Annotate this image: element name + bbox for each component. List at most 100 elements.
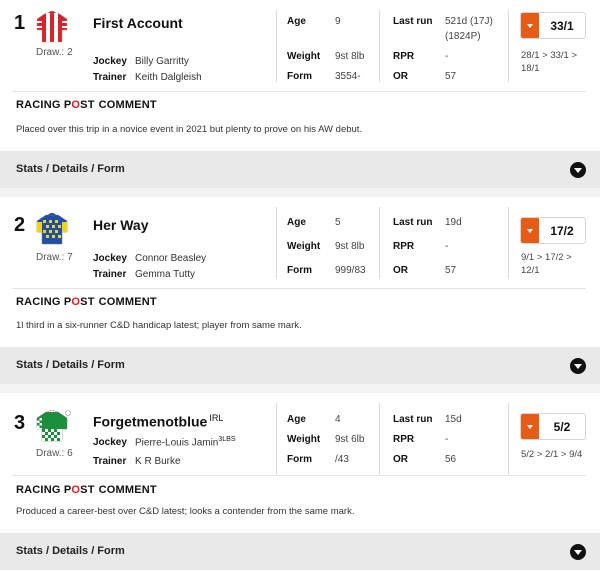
comment-label: COMMENT xyxy=(98,484,157,496)
rpr-label: RPR xyxy=(393,241,415,252)
trainer-name[interactable]: K R Burke xyxy=(135,456,181,467)
chevron-down-icon[interactable] xyxy=(570,544,586,560)
runner-number: 1 xyxy=(14,12,26,34)
divider xyxy=(12,475,586,476)
odds-value: 17/2 xyxy=(550,224,574,238)
horse-name: Her Way xyxy=(93,217,149,233)
form-value: 3554- xyxy=(335,71,361,82)
age-stat: Age 5 xyxy=(287,217,341,228)
racing-post-logo: RACING POST xyxy=(16,296,95,308)
odds-movement-line: 18/1 xyxy=(521,63,540,74)
card-separator xyxy=(0,384,600,393)
age-label: Age xyxy=(287,217,306,228)
stats-details-form-toggle[interactable]: Stats / Details / Form xyxy=(0,347,600,384)
jockey-label: Jockey xyxy=(93,56,127,67)
trainer-label: Trainer xyxy=(93,269,127,280)
comment-label: COMMENT xyxy=(98,296,157,308)
rpr-stat: RPR - xyxy=(393,434,448,445)
jockey-row: Jockey Pierre-Louis Jamin3LBS xyxy=(93,436,236,448)
odds-button[interactable]: 17/2 xyxy=(520,217,586,244)
or-label: OR xyxy=(393,265,408,276)
or-stat: OR 57 xyxy=(393,71,456,82)
divider xyxy=(379,403,380,475)
weight-label: Weight xyxy=(287,434,321,445)
form-value: 999/83 xyxy=(335,265,366,276)
trainer-name[interactable]: Gemma Tutty xyxy=(135,269,195,280)
draw-number: Draw.: 7 xyxy=(36,252,73,263)
odds-button[interactable]: 5/2 xyxy=(520,413,586,440)
odds-movement: 28/1 > 33/1 > 18/1 xyxy=(521,49,593,75)
weight-label: Weight xyxy=(287,241,321,252)
trainer-name[interactable]: Keith Dalgleish xyxy=(135,72,202,83)
form-stat: Form 3554- xyxy=(287,71,361,82)
horse-name-link[interactable]: First Account xyxy=(93,15,183,31)
comment-text: Placed over this trip in a novice event … xyxy=(16,124,363,135)
or-value: 57 xyxy=(445,265,457,276)
rpr-value: - xyxy=(445,51,449,62)
form-stat: Form/43 xyxy=(287,454,349,465)
rpr-stat: RPR - xyxy=(393,241,448,252)
weight-stat: Weight 9st 8lb xyxy=(287,51,364,62)
jockey-name[interactable]: Pierre-Louis Jamin xyxy=(135,437,218,448)
jockey-label: Jockey xyxy=(93,253,127,264)
odds-button[interactable]: 33/1 xyxy=(520,12,586,39)
form-stat: Form 999/83 xyxy=(287,265,366,276)
trainer-row: Trainer Keith Dalgleish xyxy=(93,72,202,83)
age-stat: Age 9 xyxy=(287,16,341,27)
divider xyxy=(379,10,380,82)
age-label: Age xyxy=(287,414,306,425)
divider xyxy=(12,91,586,92)
stats-details-form-toggle[interactable]: Stats / Details / Form xyxy=(0,533,600,570)
jockey-allowance: 3LBS xyxy=(218,436,236,443)
divider xyxy=(276,403,277,475)
age-value: 4 xyxy=(335,414,341,425)
last-run-stat: Last run 521d (17J) xyxy=(393,16,493,27)
trainer-label: Trainer xyxy=(93,456,127,467)
runner-number: 2 xyxy=(14,214,26,236)
odds-movement: 5/2 > 2/1 > 9/4 xyxy=(521,448,593,461)
odds-movement-line: 28/1 > 33/1 > xyxy=(521,50,577,61)
jockey-name[interactable]: Connor Beasley xyxy=(135,253,206,264)
divider xyxy=(276,207,277,279)
racing-post-comment-heading: RACING POST COMMENT xyxy=(16,296,157,308)
last-run-value: 521d (17J) xyxy=(445,16,493,27)
runner-header: 3 Draw.: 6 Forgetmenotblue IRL Jockey Pier… xyxy=(0,393,600,481)
jockey-row: Jockey Connor Beasley xyxy=(93,253,206,264)
odds-drop-arrow-icon xyxy=(521,414,539,439)
or-label: OR xyxy=(393,454,408,465)
last-run-value: 19d xyxy=(445,217,462,228)
last-run-stat: Last run 15d xyxy=(393,414,462,425)
weight-value: 9st 8lb xyxy=(335,51,365,62)
divider xyxy=(508,207,509,279)
jockey-name[interactable]: Billy Garritty xyxy=(135,56,189,67)
blue-yellow-silks-icon xyxy=(36,212,68,245)
odds-drop-arrow-icon xyxy=(521,218,539,243)
last-run-label: Last run xyxy=(393,16,433,27)
racing-post-logo: RACING POST xyxy=(16,99,95,111)
horse-name-link[interactable]: Her Way xyxy=(93,217,149,233)
age-value: 5 xyxy=(335,217,341,228)
last-run-label: Last run xyxy=(393,217,433,228)
comment-text: 1l third in a six-runner C&D handicap la… xyxy=(16,320,302,331)
chevron-down-icon[interactable] xyxy=(570,162,586,178)
racing-post-logo: RACING POST xyxy=(16,484,95,496)
weight-value: 9st 8lb xyxy=(335,241,365,252)
card-separator xyxy=(0,188,600,197)
odds-value: 33/1 xyxy=(550,19,574,33)
age-stat: Age 4 xyxy=(287,414,341,425)
odds-drop-arrow-icon xyxy=(521,13,539,38)
runner-header: 1 Draw.: 2 First Account Jockey Billy Gar… xyxy=(0,0,600,88)
stats-details-form-toggle[interactable]: Stats / Details / Form xyxy=(0,151,600,188)
last-run-label: Last run xyxy=(393,414,433,425)
country-suffix: IRL xyxy=(209,413,224,423)
last-run-stat: Last run 19d xyxy=(393,217,462,228)
rpr-label: RPR xyxy=(393,51,415,62)
weight-label: Weight xyxy=(287,51,321,62)
rpr-value: - xyxy=(445,241,449,252)
chevron-down-icon[interactable] xyxy=(570,358,586,374)
trainer-label: Trainer xyxy=(93,72,127,83)
horse-name-link[interactable]: Forgetmenotblue IRL xyxy=(93,413,223,430)
or-value: 56 xyxy=(445,454,457,465)
jockey-row: Jockey Billy Garritty xyxy=(93,56,189,67)
racing-post-comment-heading: RACING POST COMMENT xyxy=(16,99,157,111)
